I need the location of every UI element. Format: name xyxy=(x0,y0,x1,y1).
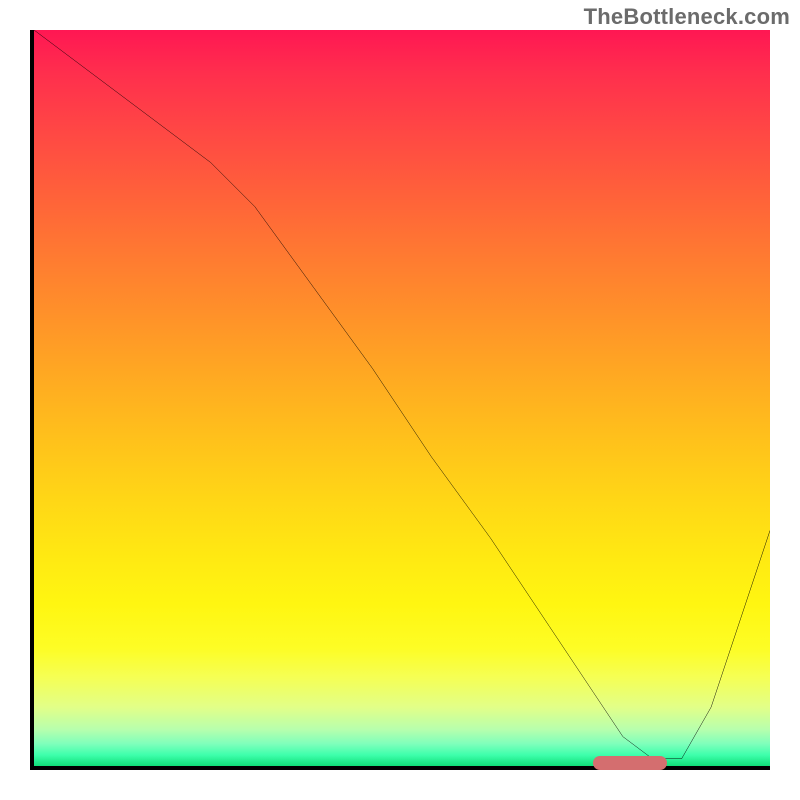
plot-area xyxy=(30,30,770,770)
optimal-range-marker xyxy=(593,756,667,770)
bottleneck-curve xyxy=(34,30,770,759)
watermark-text: TheBottleneck.com xyxy=(584,4,790,30)
curve-svg xyxy=(34,30,770,766)
chart-frame: TheBottleneck.com xyxy=(0,0,800,800)
